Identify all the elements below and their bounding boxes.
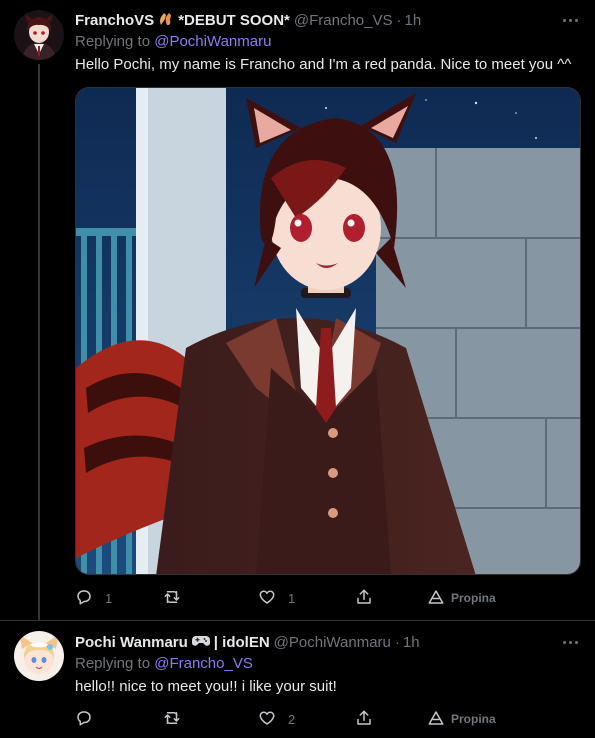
like-count: 2 (288, 711, 296, 727)
tweet-actions: 2 Propina (75, 707, 505, 731)
replying-to: Replying to @PochiWanmaru (75, 33, 272, 50)
tip-icon (427, 588, 445, 609)
tweet-actions: 1 1 Propina (75, 586, 505, 610)
like-button[interactable]: 2 (258, 707, 295, 731)
tweet-text: hello!! nice to meet you!! i like your s… (75, 678, 337, 695)
author-handle[interactable]: @PochiWanmaru (274, 634, 391, 651)
tweet-francho[interactable]: FranchoVS *DEBUT SOON* @Francho_VS · 1h … (0, 0, 595, 620)
tip-icon (427, 709, 445, 730)
author-name[interactable]: Pochi Wanmaru | idolEN (75, 634, 270, 651)
retweet-icon (163, 588, 181, 609)
game-controller-emoji (191, 635, 210, 650)
reply-icon (75, 709, 93, 730)
tweet-pochi[interactable]: Pochi Wanmaru | idolEN @PochiWanmaru · 1… (0, 620, 595, 738)
tweet-image[interactable] (75, 87, 581, 575)
author-name[interactable]: FranchoVS *DEBUT SOON* (75, 12, 290, 29)
heart-icon (258, 588, 276, 609)
retweet-button[interactable] (163, 586, 193, 610)
reply-button[interactable] (75, 707, 105, 731)
timestamp[interactable]: 1h (404, 12, 421, 29)
heart-icon (258, 709, 276, 730)
share-icon (355, 709, 373, 730)
thread-line (38, 64, 40, 620)
avatar-pochi[interactable] (14, 631, 64, 681)
reply-count: 1 (105, 590, 113, 606)
mention-link[interactable]: @Francho_VS (154, 655, 253, 672)
reply-button[interactable]: 1 (75, 586, 112, 610)
avatar-francho[interactable] (14, 10, 64, 60)
share-icon (355, 588, 373, 609)
share-button[interactable] (355, 707, 373, 731)
mention-link[interactable]: @PochiWanmaru (154, 33, 271, 50)
tip-label: Propina (451, 712, 496, 726)
reply-icon (75, 588, 93, 609)
share-button[interactable] (355, 586, 373, 610)
tweet-text: Hello Pochi, my name is Francho and I'm … (75, 56, 572, 73)
tip-button[interactable]: Propina (427, 586, 496, 610)
author-handle[interactable]: @Francho_VS (294, 12, 393, 29)
retweet-icon (163, 709, 181, 730)
more-options-icon[interactable] (559, 632, 581, 652)
tweet-header: Pochi Wanmaru | idolEN @PochiWanmaru · 1… (75, 632, 420, 652)
separator-dot: · (396, 11, 402, 29)
like-button[interactable]: 1 (258, 586, 295, 610)
replying-to: Replying to @Francho_VS (75, 655, 253, 672)
retweet-button[interactable] (163, 707, 193, 731)
tip-button[interactable]: Propina (427, 707, 496, 731)
more-options-icon[interactable] (559, 10, 581, 30)
separator-dot: · (394, 633, 400, 651)
tip-label: Propina (451, 591, 496, 605)
like-count: 1 (288, 590, 296, 606)
clapping-hands-emoji (158, 12, 174, 29)
timestamp[interactable]: 1h (403, 634, 420, 651)
tweet-header: FranchoVS *DEBUT SOON* @Francho_VS · 1h (75, 10, 421, 30)
